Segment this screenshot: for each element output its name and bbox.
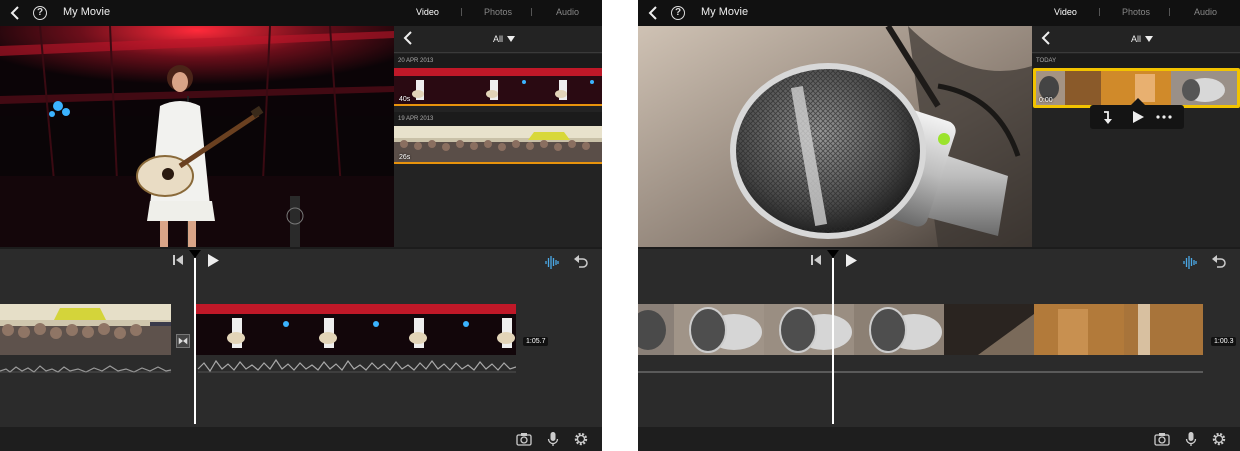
project-title: My Movie [701,6,749,18]
clip-thumbnails [394,126,602,164]
back-chevron-icon[interactable] [646,5,660,21]
dropdown-triangle-icon[interactable] [507,36,515,42]
playhead-marker[interactable] [189,250,201,258]
skip-to-start-icon[interactable] [173,254,183,266]
bottom-toolbar [638,427,1240,451]
gear-icon[interactable] [573,431,589,447]
media-browser: All TODAY [1032,26,1240,247]
tab-video[interactable]: Video [416,7,439,17]
more-dots-icon[interactable] [1156,115,1172,119]
clip-filmstrip [196,304,516,355]
media-browser: All 20 APR 2013 40s 19 APR 2013 26s [394,26,602,247]
audio-waveform-track [638,371,1203,373]
project-title: My Movie [63,6,111,18]
clip-action-popover [1090,105,1184,129]
imovie-screen-right: ? My Movie Video Photos Audio All TODAY … [638,0,1240,451]
help-button[interactable]: ? [33,6,47,20]
top-bar: ? My Movie Video Photos Audio [638,0,1240,26]
tab-separator [1099,8,1100,16]
date-header: TODAY [1032,54,1240,68]
timeline-clip-concert[interactable] [196,304,516,355]
date-header: 20 APR 2013 [394,54,602,68]
play-icon[interactable] [207,254,219,267]
camera-icon[interactable] [1154,431,1170,447]
microphone-icon[interactable] [1183,431,1199,447]
browser-header: All [1032,26,1240,53]
add-to-project-icon[interactable] [1101,110,1115,124]
camera-icon[interactable] [516,431,532,447]
tab-separator [531,8,532,16]
tab-separator [461,8,462,16]
audio-waveform-track [0,358,516,373]
timeline-controls [0,247,602,279]
video-viewer[interactable] [0,26,394,247]
project-duration: 1:05.7 [523,337,549,346]
clip-duration: 40s [399,96,411,103]
play-icon[interactable] [1132,111,1144,123]
microphone-icon[interactable] [545,431,561,447]
audio-waveform-icon[interactable] [545,255,559,269]
skip-to-start-icon[interactable] [811,254,821,266]
clip-thumbnails [394,68,602,106]
imovie-screen-left: ? My Movie Video Photos Audio All 20 APR… [0,0,602,451]
browser-back-icon[interactable] [403,31,413,45]
viewer-frame-singer [0,26,394,247]
gear-icon[interactable] [1211,431,1227,447]
tab-separator [1169,8,1170,16]
back-chevron-icon[interactable] [8,5,22,21]
tab-audio[interactable]: Audio [1194,7,1217,17]
popover-arrow [1131,98,1145,105]
play-icon[interactable] [845,254,857,267]
tab-video[interactable]: Video [1054,7,1077,17]
browser-clip-crowd[interactable]: 26s [394,126,602,164]
audio-waveform-icon[interactable] [1183,255,1197,269]
dropdown-triangle-icon[interactable] [1145,36,1153,42]
date-header: 19 APR 2013 [394,112,602,126]
project-duration: 1:00.3 [1211,337,1237,346]
tab-photos[interactable]: Photos [1122,7,1150,17]
transition-icon[interactable] [176,334,190,348]
timeline-clip-microphone[interactable] [638,304,1203,355]
playhead-line[interactable] [194,258,196,424]
tab-photos[interactable]: Photos [484,7,512,17]
bottom-toolbar [0,427,602,451]
undo-icon[interactable] [573,255,588,269]
browser-back-icon[interactable] [1041,31,1051,45]
top-bar: ? My Movie Video Photos Audio [0,0,602,26]
browser-header: All [394,26,602,53]
clip-filmstrip [0,304,171,355]
clip-filmstrip [638,304,1203,355]
playhead-marker[interactable] [827,250,839,258]
project-timeline[interactable]: 1:05.7 [0,279,602,427]
used-range-bar [394,162,602,164]
help-button[interactable]: ? [671,6,685,20]
playhead-line[interactable] [832,258,834,424]
timeline-clip-crowd[interactable] [0,304,171,355]
video-viewer[interactable] [638,26,1032,247]
filter-dropdown-label[interactable]: All [1131,34,1141,44]
timeline-controls [638,247,1240,279]
tab-audio[interactable]: Audio [556,7,579,17]
undo-icon[interactable] [1211,255,1226,269]
viewer-frame-microphone [638,26,1032,247]
browser-clip-concert[interactable]: 40s [394,68,602,106]
clip-duration: 26s [399,154,411,161]
project-timeline[interactable]: 1:00.3 [638,279,1240,427]
filter-dropdown-label[interactable]: All [493,34,503,44]
used-range-bar [394,104,602,106]
